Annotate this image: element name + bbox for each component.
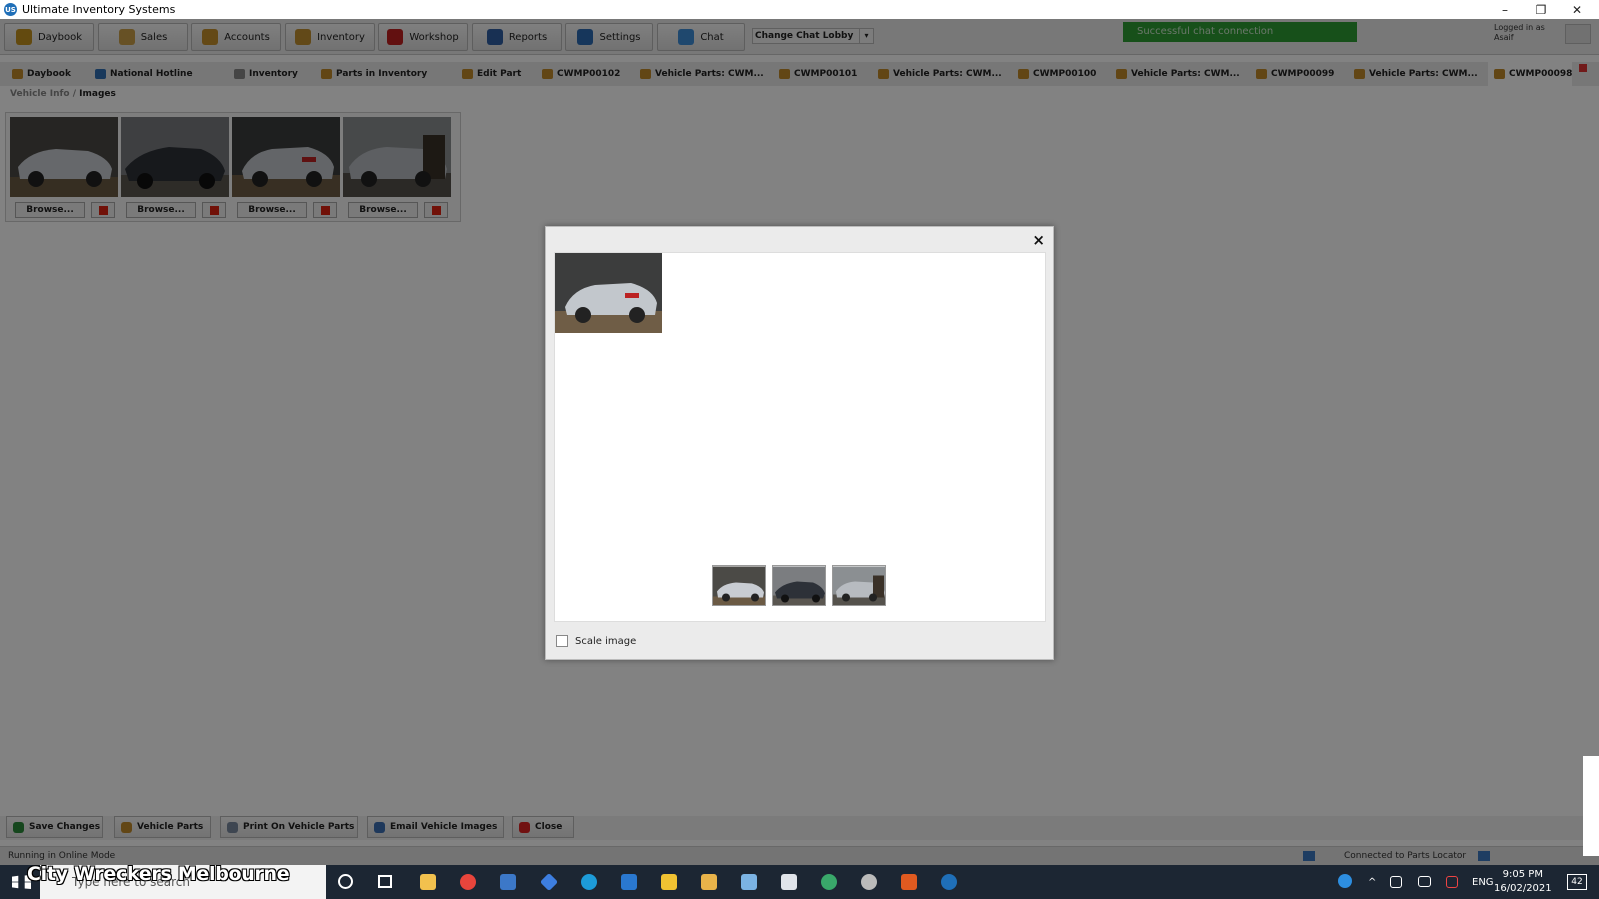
preview-thumbnail-2[interactable] (772, 565, 826, 606)
title-bar: US Ultimate Inventory Systems (0, 0, 1599, 19)
window-close-button[interactable]: ✕ (1559, 0, 1595, 19)
restore-button[interactable]: ❐ (1523, 0, 1559, 19)
preview-thumbnail-3[interactable] (832, 565, 886, 606)
help-icon[interactable] (1338, 874, 1352, 888)
java-icon[interactable] (781, 874, 797, 890)
chrome-icon[interactable] (460, 874, 476, 890)
minimize-button[interactable]: – (1487, 0, 1523, 19)
windows-start-icon[interactable] (12, 875, 19, 889)
preview-image (555, 253, 662, 333)
edge-icon[interactable] (581, 874, 597, 890)
arduino-icon[interactable] (821, 874, 837, 890)
image-preview-dialog: × Scale image (545, 226, 1054, 660)
system-clock[interactable]: 9:05 PM 16/02/2021 (1494, 868, 1552, 896)
dropbox-icon[interactable] (539, 872, 559, 892)
dialog-close-button[interactable]: × (1032, 231, 1045, 249)
image-viewer (554, 252, 1046, 622)
display-icon[interactable] (1418, 876, 1431, 887)
network-icon[interactable] (1390, 876, 1402, 888)
mail-icon[interactable] (621, 874, 637, 890)
app-icon[interactable] (901, 874, 917, 890)
notification-center-icon[interactable]: 42 (1567, 874, 1587, 890)
chevron-up-icon[interactable]: ^ (1368, 865, 1376, 899)
task-view-icon[interactable] (378, 875, 392, 888)
scale-image-label: Scale image (575, 635, 637, 647)
watermark-text: City Wreckers Melbourne (27, 863, 290, 885)
sticky-notes-icon[interactable] (661, 874, 677, 890)
app-logo-icon: US (4, 3, 17, 16)
scale-image-checkbox[interactable] (556, 635, 568, 647)
language-indicator[interactable]: ENG (1472, 865, 1494, 899)
store-icon[interactable] (420, 874, 436, 890)
calculator-icon[interactable] (500, 874, 516, 890)
file-explorer-icon[interactable] (701, 874, 717, 890)
scale-image-option[interactable]: Scale image (556, 635, 636, 647)
preview-thumbnail-1[interactable] (712, 565, 766, 606)
ultimate-inventory-taskbar-icon[interactable] (941, 874, 957, 890)
app-icon[interactable] (741, 874, 757, 890)
antivirus-icon[interactable] (1446, 876, 1458, 888)
side-panel-handle[interactable] (1583, 756, 1599, 856)
cortana-icon[interactable] (338, 874, 353, 889)
window-title: Ultimate Inventory Systems (22, 3, 176, 16)
settings-gear-icon[interactable] (861, 874, 877, 890)
